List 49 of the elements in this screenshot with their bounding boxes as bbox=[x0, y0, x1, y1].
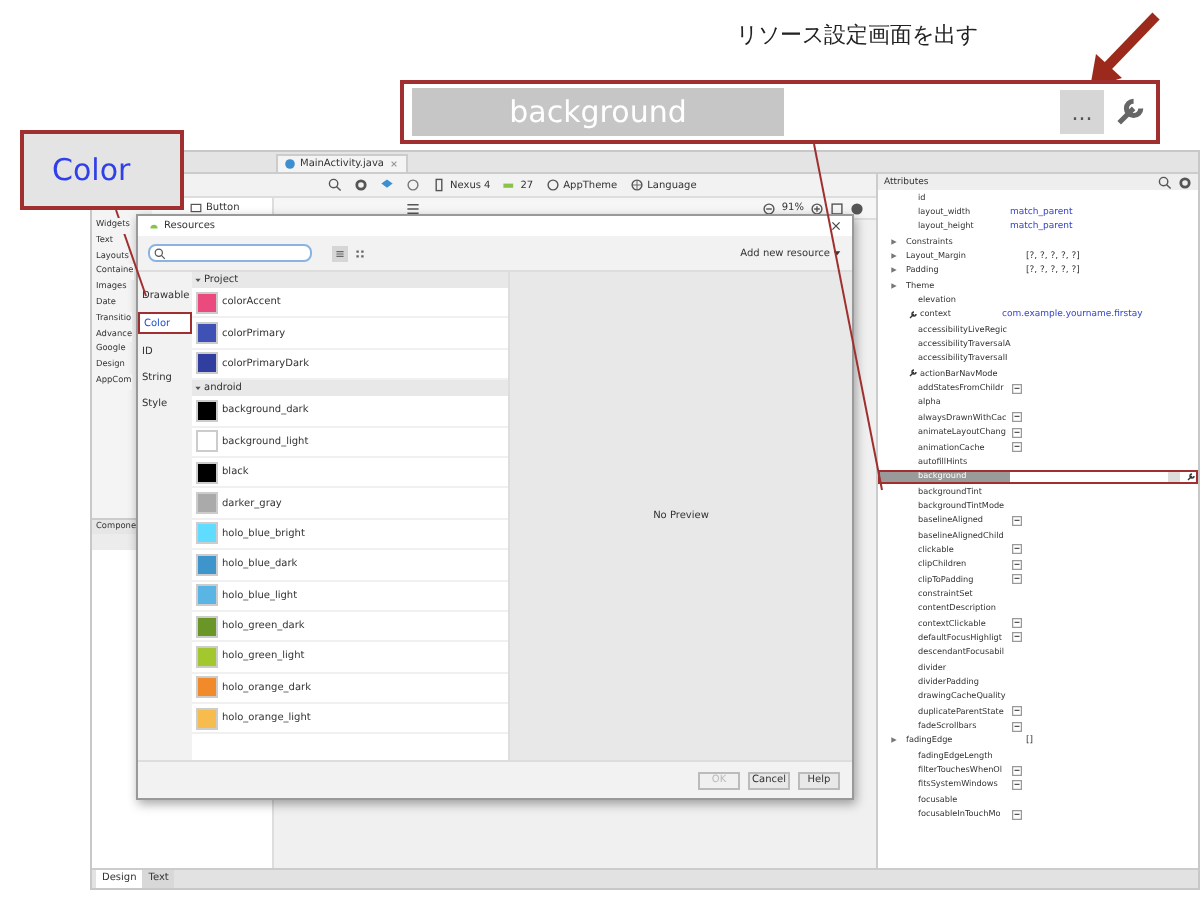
caret-icon bbox=[832, 248, 842, 258]
search-field[interactable] bbox=[148, 244, 312, 262]
warning-icon[interactable] bbox=[850, 201, 864, 215]
wrench-icon bbox=[908, 368, 918, 379]
settings-icon[interactable] bbox=[354, 178, 368, 192]
close-icon[interactable] bbox=[830, 220, 842, 232]
dropdown-button[interactable] bbox=[1012, 632, 1022, 643]
list-view-button[interactable] bbox=[332, 245, 348, 261]
dropdown-button[interactable] bbox=[1012, 427, 1022, 438]
layers-icon[interactable] bbox=[380, 178, 394, 192]
search-icon bbox=[154, 247, 166, 259]
dropdown-button[interactable] bbox=[1012, 383, 1022, 394]
wrench-icon[interactable] bbox=[1112, 94, 1148, 130]
list-icon bbox=[334, 247, 346, 259]
dropdown-button[interactable] bbox=[1012, 706, 1022, 717]
dropdown-button[interactable] bbox=[1012, 442, 1022, 453]
dropdown-button[interactable] bbox=[1012, 412, 1022, 423]
dropdown-button[interactable] bbox=[1012, 544, 1022, 555]
dropdown-button[interactable] bbox=[1012, 779, 1022, 790]
phone-icon bbox=[432, 178, 446, 192]
button-widget-icon bbox=[190, 202, 202, 214]
zoom-out-icon[interactable] bbox=[761, 201, 776, 215]
collapse-icon[interactable] bbox=[194, 276, 202, 284]
dropdown-button[interactable] bbox=[1012, 515, 1022, 526]
annotation-text: リソース設定画面を出す bbox=[736, 20, 978, 50]
globe-icon bbox=[629, 178, 644, 192]
class-file-icon bbox=[284, 158, 296, 170]
callout-text: Color bbox=[52, 152, 131, 188]
attribute-name: background bbox=[412, 88, 784, 136]
dropdown-button[interactable] bbox=[1012, 559, 1022, 570]
wrench-icon[interactable] bbox=[1186, 471, 1196, 482]
search-icon[interactable] bbox=[328, 178, 342, 192]
dropdown-button[interactable] bbox=[1012, 574, 1022, 585]
dropdown-button[interactable] bbox=[1012, 809, 1022, 820]
settings-icon[interactable] bbox=[1178, 175, 1192, 189]
dropdown-button[interactable] bbox=[1012, 721, 1022, 732]
wrench-icon bbox=[908, 309, 918, 320]
search-icon[interactable] bbox=[1158, 175, 1172, 189]
theme-icon bbox=[545, 178, 560, 192]
browse-button[interactable] bbox=[1168, 471, 1180, 482]
dropdown-button[interactable] bbox=[1012, 618, 1022, 629]
browse-button[interactable]: ... bbox=[1060, 90, 1104, 134]
zoom-in-icon[interactable] bbox=[810, 201, 824, 215]
layout-icon[interactable] bbox=[406, 201, 420, 215]
grid-view-button[interactable] bbox=[352, 245, 368, 261]
grid-icon bbox=[354, 247, 366, 259]
dropdown-button[interactable] bbox=[1012, 765, 1022, 776]
fit-screen-icon[interactable] bbox=[830, 201, 844, 215]
expand-icon[interactable] bbox=[890, 736, 898, 745]
